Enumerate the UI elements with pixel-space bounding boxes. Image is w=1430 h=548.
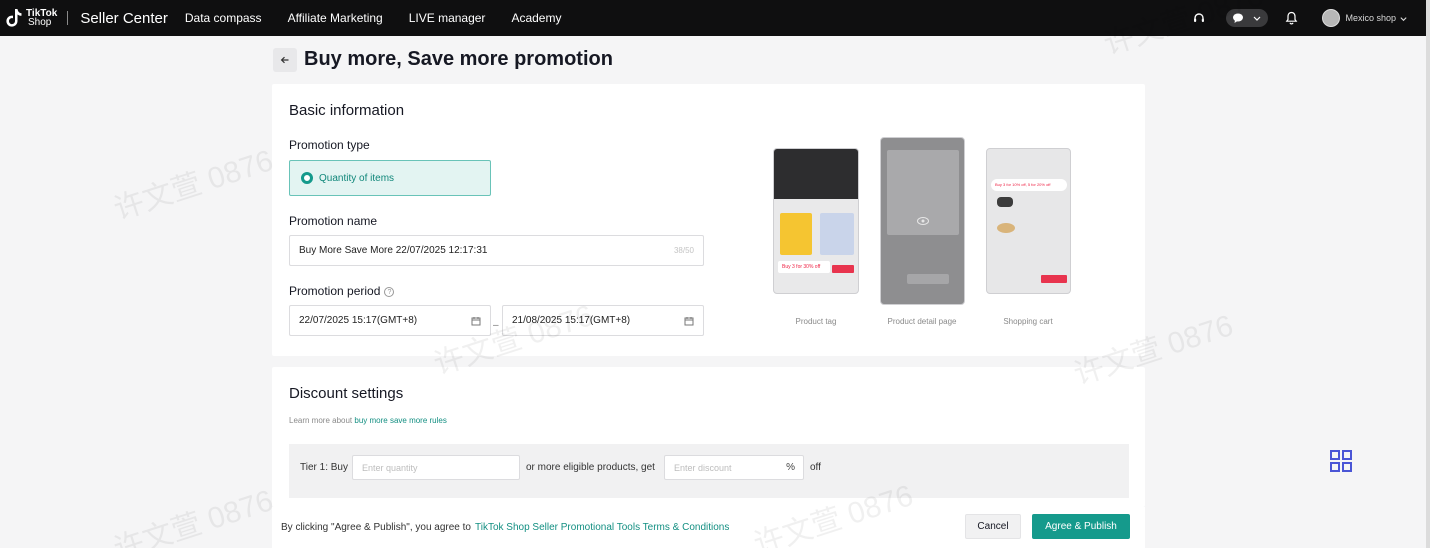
quantity-input[interactable]: Enter quantity — [352, 455, 520, 480]
promotion-period-label: Promotion period? — [289, 284, 395, 298]
promotion-name-input[interactable]: Buy More Save More 22/07/2025 12:17:31 3… — [289, 235, 704, 266]
promotion-name-value: Buy More Save More 22/07/2025 12:17:31 — [299, 245, 488, 256]
nav-live-manager[interactable]: LIVE manager — [409, 11, 486, 25]
shopping-cart-caption: Shopping cart — [1003, 317, 1053, 326]
name-char-counter: 38/50 — [673, 246, 694, 255]
watermark: 许文萱 0876 — [110, 484, 278, 548]
discount-settings-card: Discount settings Learn more about buy m… — [272, 367, 1145, 507]
agreement-text: By clicking "Agree & Publish", you agree… — [281, 522, 729, 533]
tier-mid-text: or more eligible products, get — [526, 462, 655, 473]
bell-icon[interactable] — [1282, 9, 1300, 27]
tier-1-label: Tier 1: Buy — [300, 462, 348, 473]
product-detail-caption: Product detail page — [887, 317, 957, 326]
nav-data-compass[interactable]: Data compass — [185, 11, 262, 25]
logo-line-2: Shop — [28, 17, 52, 28]
tiktok-shop-logo[interactable]: TikTok Shop — [4, 0, 57, 36]
page-title: Buy more, Save more promotion — [304, 48, 613, 70]
promotion-type-option[interactable]: Quantity of items — [289, 160, 491, 196]
product-tag-caption: Product tag — [795, 317, 837, 326]
start-date-value: 22/07/2025 15:17(GMT+8) — [299, 315, 418, 326]
promotion-period-text: Promotion period — [289, 284, 381, 298]
discount-placeholder: Enter discount — [674, 462, 732, 473]
footer-bar: By clicking "Agree & Publish", you agree… — [272, 507, 1145, 548]
product-tag-preview: Buy 3 for 30% off — [773, 148, 859, 294]
agree-publish-button[interactable]: Agree & Publish — [1032, 514, 1130, 539]
grid-apps-icon[interactable] — [1330, 450, 1352, 472]
logo-divider — [67, 11, 69, 25]
product-detail-preview[interactable] — [880, 137, 965, 305]
promotion-type-label: Promotion type — [289, 138, 370, 152]
rules-link[interactable]: buy more save more rules — [354, 416, 446, 425]
scrollbar[interactable] — [1426, 0, 1430, 548]
quantity-placeholder: Enter quantity — [362, 462, 418, 473]
cancel-button[interactable]: Cancel — [965, 514, 1021, 539]
nav-academy[interactable]: Academy — [511, 11, 561, 25]
watermark: 许文萱 0876 — [110, 144, 278, 227]
logo-text: TikTok Shop — [26, 9, 57, 28]
nav-affiliate-marketing[interactable]: Affiliate Marketing — [288, 11, 383, 25]
tier-1-row: Tier 1: Buy Enter quantity or more eligi… — [289, 444, 1129, 498]
radio-selected-icon[interactable] — [301, 172, 313, 184]
shopping-cart-preview: Buy 3 for 10% off, 5 for 20% off — [986, 148, 1071, 294]
back-button[interactable] — [273, 48, 297, 72]
chevron-down-icon[interactable] — [1399, 14, 1408, 23]
terms-link[interactable]: TikTok Shop Seller Promotional Tools Ter… — [475, 522, 729, 533]
learn-more-text: Learn more about buy more save more rule… — [289, 416, 447, 425]
help-icon[interactable]: ? — [384, 287, 395, 297]
shop-name[interactable]: Mexico shop — [1345, 13, 1396, 23]
product-tag-badge: Buy 3 for 30% off — [778, 261, 830, 273]
eye-icon — [917, 217, 929, 225]
shopping-cart-badge: Buy 3 for 10% off, 5 for 20% off — [991, 179, 1067, 191]
promotion-type-value: Quantity of items — [319, 172, 395, 184]
agreement-prefix: By clicking "Agree & Publish", you agree… — [281, 522, 471, 533]
discount-settings-title: Discount settings — [289, 385, 404, 402]
discount-input[interactable]: Enter discount % — [664, 455, 804, 480]
seller-center-title[interactable]: Seller Center — [80, 10, 168, 27]
basic-information-card: Basic information Promotion type Quantit… — [272, 84, 1145, 356]
arrow-left-icon — [280, 56, 289, 64]
calendar-icon — [684, 317, 694, 326]
basic-information-title: Basic information — [289, 102, 405, 119]
learn-more-prefix: Learn more about — [289, 416, 355, 425]
promotion-name-label: Promotion name — [289, 214, 378, 228]
tier-off-text: off — [810, 462, 821, 473]
avatar[interactable] — [1322, 9, 1341, 27]
tiktok-logo-icon — [6, 9, 22, 27]
percent-suffix: % — [786, 462, 795, 473]
